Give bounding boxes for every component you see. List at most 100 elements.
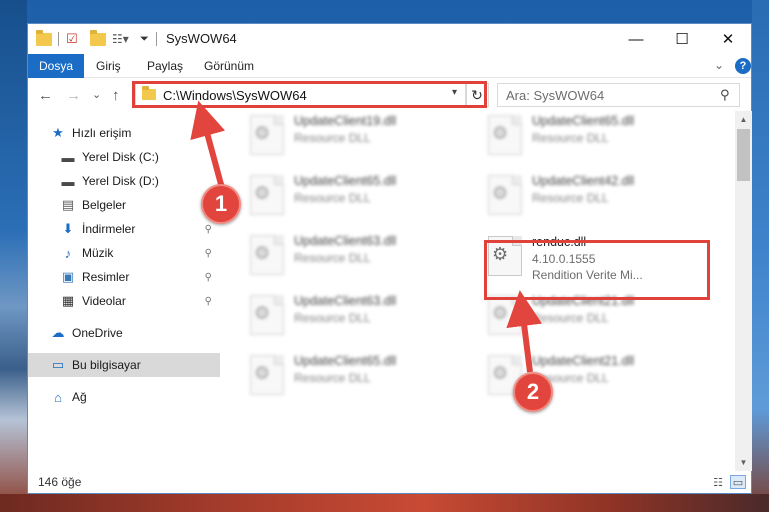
minimize-button[interactable]: — <box>613 24 659 54</box>
tab-home[interactable]: Giriş <box>96 54 121 78</box>
tab-view[interactable]: Görünüm <box>204 54 254 78</box>
sidebar-item-label: Videolar <box>82 294 126 308</box>
step-2-badge: 2 <box>513 372 553 412</box>
tab-file[interactable]: Dosya <box>28 54 84 78</box>
pictures-icon: ▣ <box>61 269 75 284</box>
file-name: UpdateClient21.dll <box>532 354 635 368</box>
tab-share[interactable]: Paylaş <box>147 54 183 78</box>
gear-icon: ⚙ <box>492 303 509 323</box>
help-button[interactable]: ? <box>735 58 751 74</box>
customize-toolbar-icon[interactable]: ⏷ <box>140 31 149 47</box>
file-name: UpdateClient63.dll <box>294 234 397 248</box>
cloud-icon: ☁ <box>51 325 65 340</box>
gear-icon: ⚙ <box>254 363 271 383</box>
file-type: Resource DLL <box>294 251 371 265</box>
forward-button[interactable]: → <box>66 87 81 104</box>
back-button[interactable]: ← <box>38 87 53 104</box>
expand-ribbon-icon[interactable]: ⌄ <box>714 58 724 72</box>
sidebar-item-label: Belgeler <box>82 198 127 212</box>
gear-icon: ⚙ <box>492 123 509 143</box>
file-type: Resource DLL <box>294 311 371 325</box>
video-icon: ▦ <box>61 293 75 308</box>
sidebar-item-label: Müzik <box>82 246 114 260</box>
scroll-down-icon[interactable]: ▼ <box>735 454 752 471</box>
sidebar-item-label: Yerel Disk (D:) <box>82 174 159 188</box>
sidebar-item-this-pc[interactable]: ▭ Bu bilgisayar <box>28 353 220 377</box>
search-box[interactable]: Ara: SysWOW64 ⚲ <box>497 83 740 107</box>
search-icon[interactable]: ⚲ <box>720 87 730 103</box>
properties-icon[interactable]: ☑ <box>66 31 78 47</box>
sidebar-item-pictures[interactable]: ▣ Resimler ⚲ <box>28 265 220 289</box>
sidebar-item-music[interactable]: ♪ Müzik ⚲ <box>28 241 220 265</box>
desktop-wallpaper-left <box>0 0 27 512</box>
maximize-button[interactable]: ☐ <box>659 24 705 54</box>
pin-icon[interactable]: ⚲ <box>205 248 212 259</box>
list-item[interactable]: ⚙ UpdateClient65.dll Resource DLL <box>246 171 476 225</box>
sidebar-item-videos[interactable]: ▦ Videolar ⚲ <box>28 289 220 313</box>
vertical-scrollbar[interactable]: ▲ ▼ <box>735 111 752 471</box>
gear-icon: ⚙ <box>492 183 509 203</box>
sidebar-item-label: OneDrive <box>72 326 123 340</box>
sidebar-item-label: Ağ <box>72 390 87 404</box>
file-name: UpdateClient63.dll <box>294 294 397 308</box>
desktop-wallpaper-right <box>752 0 769 512</box>
list-item[interactable]: ⚙ UpdateClient65.dll Resource DLL <box>484 111 714 165</box>
gear-icon: ⚙ <box>492 363 509 383</box>
sidebar-item-onedrive[interactable]: ☁ OneDrive <box>28 321 220 345</box>
new-folder-icon[interactable] <box>90 29 106 47</box>
sidebar-item-local-disk-c[interactable]: ▬ Yerel Disk (C:) <box>28 145 220 169</box>
address-highlight-box <box>132 81 487 108</box>
sidebar-item-label: İndirmeler <box>82 222 136 236</box>
explorer-window: ☑ ☷▾ ⏷ SysWOW64 — ☐ ✕ Dosya Giriş Paylaş… <box>27 23 752 494</box>
sidebar-item-label: Bu bilgisayar <box>72 358 141 372</box>
scroll-up-icon[interactable]: ▲ <box>735 111 752 128</box>
navigation-pane: ★ Hızlı erişim ▬ Yerel Disk (C:) ▬ Yerel… <box>28 111 220 471</box>
item-count: 146 öğe <box>38 475 82 489</box>
status-bar: 146 öğe ☷ ▭ <box>28 471 751 493</box>
star-icon: ★ <box>52 125 64 140</box>
window-title: SysWOW64 <box>166 31 237 46</box>
gear-icon: ⚙ <box>254 243 271 263</box>
file-name: UpdateClient65.dll <box>532 114 635 128</box>
file-type: Resource DLL <box>532 131 609 145</box>
list-item[interactable]: ⚙ UpdateClient63.dll Resource DLL <box>246 231 476 285</box>
list-item[interactable]: ⚙ UpdateClient42.dll Resource DLL <box>484 171 714 225</box>
close-button[interactable]: ✕ <box>705 24 751 54</box>
sidebar-item-label: Hızlı erişim <box>72 126 132 140</box>
gear-icon: ⚙ <box>254 123 271 143</box>
scroll-thumb[interactable] <box>737 129 750 181</box>
pin-icon[interactable]: ⚲ <box>205 296 212 307</box>
search-input[interactable]: Ara: SysWOW64 <box>506 88 604 103</box>
file-type: Resource DLL <box>294 131 371 145</box>
gear-icon: ⚙ <box>254 183 271 203</box>
separator <box>156 31 157 47</box>
sidebar-item-downloads[interactable]: ⬇ İndirmeler ⚲ <box>28 217 220 241</box>
sidebar-item-label: Yerel Disk (C:) <box>82 150 159 164</box>
list-item[interactable]: ⚙ UpdateClient19.dll Resource DLL <box>246 111 476 165</box>
details-view-icon[interactable]: ☷ <box>710 475 726 489</box>
sidebar-item-network[interactable]: ⌂ Ağ <box>28 385 220 409</box>
recent-locations-button[interactable]: ⌄ <box>92 88 101 101</box>
list-item[interactable]: ⚙ UpdateClient65.dll Resource DLL <box>246 351 476 405</box>
file-name: UpdateClient19.dll <box>294 114 397 128</box>
drive-icon: ▬ <box>61 173 75 189</box>
file-name: UpdateClient65.dll <box>294 354 397 368</box>
sidebar-item-local-disk-d[interactable]: ▬ Yerel Disk (D:) <box>28 169 220 193</box>
gear-icon: ⚙ <box>254 303 271 323</box>
file-name: UpdateClient42.dll <box>532 174 635 188</box>
list-item[interactable]: ⚙ UpdateClient63.dll Resource DLL <box>246 291 476 345</box>
sidebar-item-quick-access[interactable]: ★ Hızlı erişim <box>28 121 220 145</box>
drive-icon: ▬ <box>61 149 75 165</box>
file-type: Resource DLL <box>294 191 371 205</box>
sidebar-item-documents[interactable]: ▤ Belgeler <box>28 193 220 217</box>
tiles-view-icon[interactable]: ▭ <box>730 475 746 489</box>
pin-icon[interactable]: ⚲ <box>205 272 212 283</box>
up-button[interactable]: ↑ <box>112 87 120 104</box>
separator <box>58 31 59 47</box>
view-options-icon[interactable]: ☷▾ <box>112 31 129 47</box>
desktop-wallpaper-bottom <box>0 494 769 512</box>
network-icon: ⌂ <box>54 389 62 405</box>
file-type: Resource DLL <box>532 191 609 205</box>
pin-icon[interactable]: ⚲ <box>205 224 212 235</box>
file-highlight-box <box>484 240 710 300</box>
